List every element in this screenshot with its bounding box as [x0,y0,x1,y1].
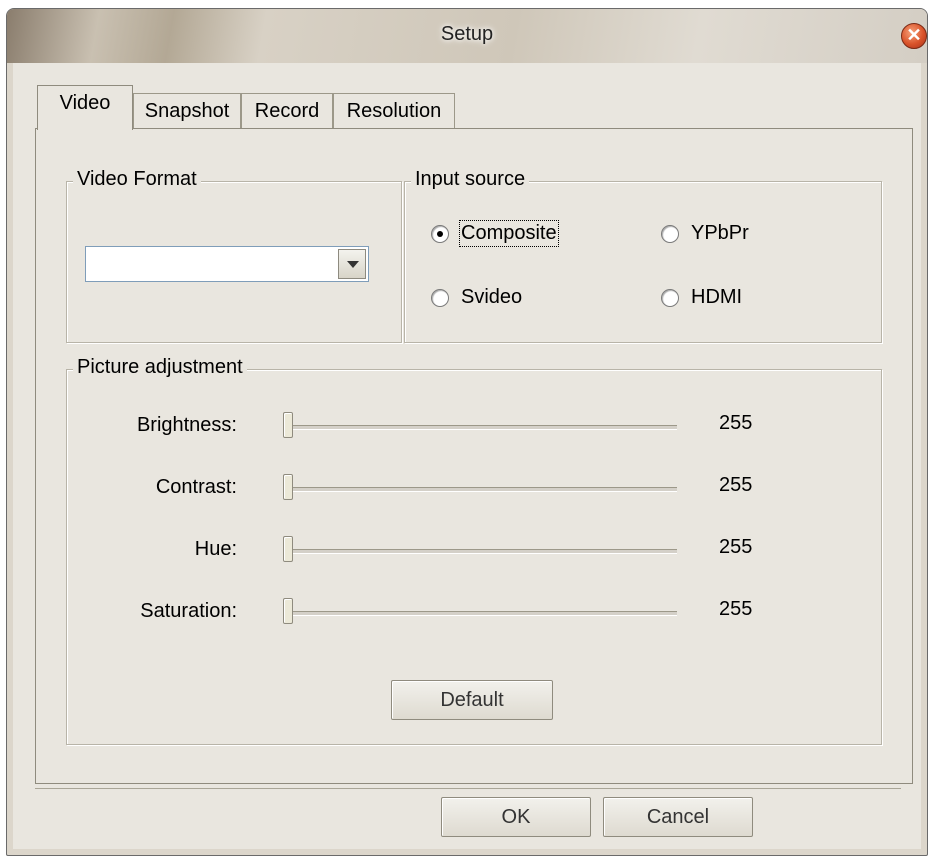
radio-ypbpr[interactable]: YPbPr [661,222,749,245]
tab-record[interactable]: Record [241,93,333,129]
dropdown-button[interactable] [338,249,366,279]
radio-svideo[interactable]: Svideo [431,286,522,309]
tab-resolution[interactable]: Resolution [333,93,455,129]
radio-hdmi[interactable]: HDMI [661,286,742,309]
hue-slider-track[interactable] [285,549,677,554]
window-title: Setup [440,23,494,45]
brightness-label: Brightness: [136,414,237,436]
radio-label: Composite [459,220,559,247]
footer-divider [35,788,901,789]
close-icon[interactable]: ✕ [901,23,927,49]
tab-label: Video [59,92,111,114]
radio-circle-checked[interactable] [431,224,449,243]
hue-label: Hue: [194,538,237,560]
tab-label: Record [254,100,320,122]
ok-button[interactable]: OK [441,797,591,837]
video-format-dropdown[interactable] [85,246,369,282]
tab-panel-video: Video Format Input source Composite YPbP… [35,128,913,784]
contrast-slider-track[interactable] [285,487,677,492]
saturation-label: Saturation: [140,600,237,622]
contrast-label: Contrast: [155,476,237,498]
contrast-value: 255 [719,474,753,496]
contrast-slider-thumb[interactable] [283,474,293,500]
radio-circle[interactable] [431,288,449,307]
saturation-slider-thumb[interactable] [283,598,293,624]
picture-adjustment-group: Picture adjustment Brightness: 255 Contr… [66,356,882,745]
saturation-slider-track[interactable] [285,611,677,616]
input-source-label: Input source [411,168,530,191]
radio-composite[interactable]: Composite [431,220,559,247]
hue-slider-thumb[interactable] [283,536,293,562]
tab-video[interactable]: Video [37,85,133,130]
hue-value: 255 [719,536,753,558]
picture-adjustment-label: Picture adjustment [73,356,247,379]
cancel-button[interactable]: Cancel [603,797,753,837]
dialog-client-area: Video Snapshot Record Resolution Video F… [13,63,921,849]
brightness-slider-thumb[interactable] [283,412,293,438]
radio-label: Svideo [461,286,523,308]
brightness-slider-track[interactable] [285,425,677,430]
title-bar[interactable]: Setup ✕ [7,9,927,63]
setup-dialog: Setup ✕ Video Snapshot Record Resolution… [6,8,928,856]
default-button[interactable]: Default [391,680,553,720]
saturation-value: 255 [719,598,753,620]
radio-circle[interactable] [661,224,679,243]
brightness-value: 255 [719,412,753,434]
chevron-down-icon [347,261,359,268]
radio-circle[interactable] [661,288,679,307]
video-format-label: Video Format [73,168,201,191]
tab-snapshot[interactable]: Snapshot [133,93,241,129]
radio-label: HDMI [691,286,743,308]
tab-label: Resolution [346,100,442,122]
input-source-group: Input source Composite YPbPr Svideo HDMI [404,168,882,343]
radio-label: YPbPr [691,222,749,244]
video-format-group: Video Format [66,168,402,343]
tab-label: Snapshot [144,100,230,122]
